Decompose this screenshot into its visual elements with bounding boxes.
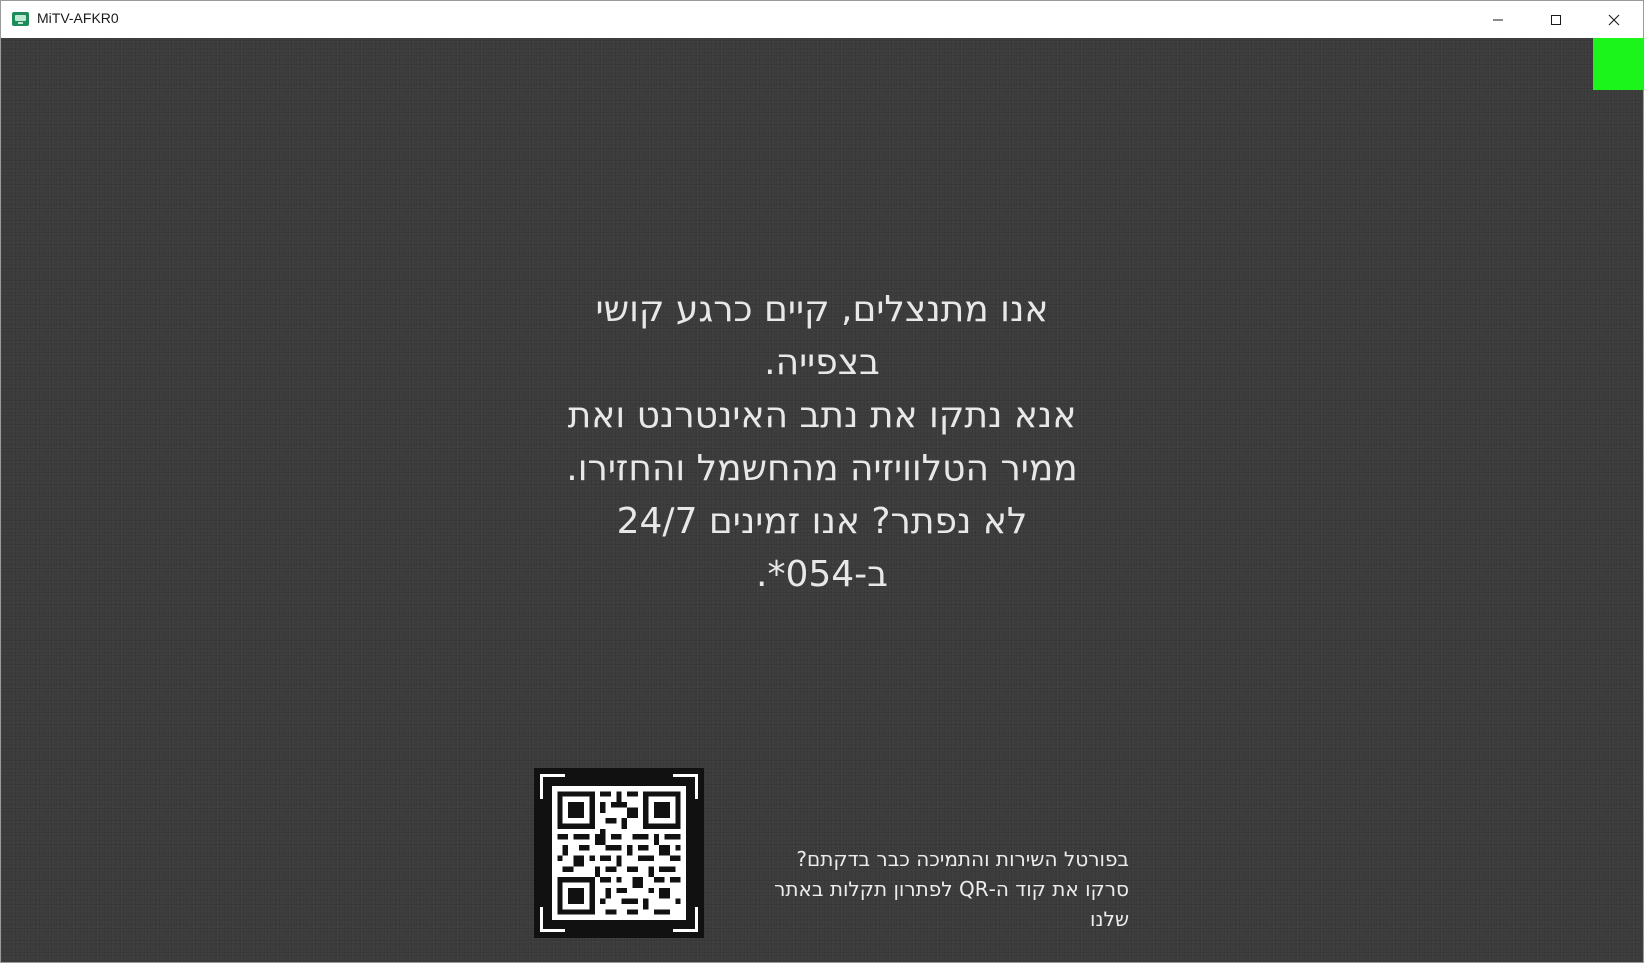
minimize-button[interactable] [1469,1,1527,38]
player-area: אנו מתנצלים, קיים כרגע קושי בצפייה. אנא … [1,38,1643,962]
window-title: MiTV-AFKR0 [37,10,119,26]
close-button[interactable] [1585,1,1643,38]
close-icon [1608,14,1620,25]
qr-code[interactable] [534,768,704,938]
qr-instructions: בפורטל השירות והתמיכה כבר בדקתם? סרקו את… [701,844,1129,934]
qr-text-line: סרקו את קוד ה-QR לפתרון תקלות באתר [774,877,1129,901]
title-bar[interactable]: MiTV-AFKR0 [1,1,1643,38]
maximize-button[interactable] [1527,1,1585,38]
message-line: אנא נתקו את נתב האינטרנט ואת [567,395,1077,436]
app-window: MiTV-AFKR0 אנו מתנצלים, קיים כרגע קושי ב… [0,0,1644,963]
message-line: אנו מתנצלים, קיים כרגע קושי [595,289,1049,330]
message-line: ב-054*. [756,554,888,595]
status-indicator [1593,38,1643,90]
error-message: אנו מתנצלים, קיים כרגע קושי בצפייה. אנא … [522,283,1122,601]
message-line: לא נפתר? אנו זמינים 24/7 [616,501,1028,542]
message-line: ממיר הטלוויזיה מהחשמל והחזירו. [566,448,1078,489]
maximize-icon [1551,14,1561,25]
minimize-icon [1493,19,1503,20]
qr-code-icon [552,786,686,920]
message-line: בצפייה. [764,342,880,383]
qr-text-line: בפורטל השירות והתמיכה כבר בדקתם? [796,847,1129,871]
tv-app-icon [12,12,29,26]
qr-text-line: שלנו [1090,907,1129,931]
